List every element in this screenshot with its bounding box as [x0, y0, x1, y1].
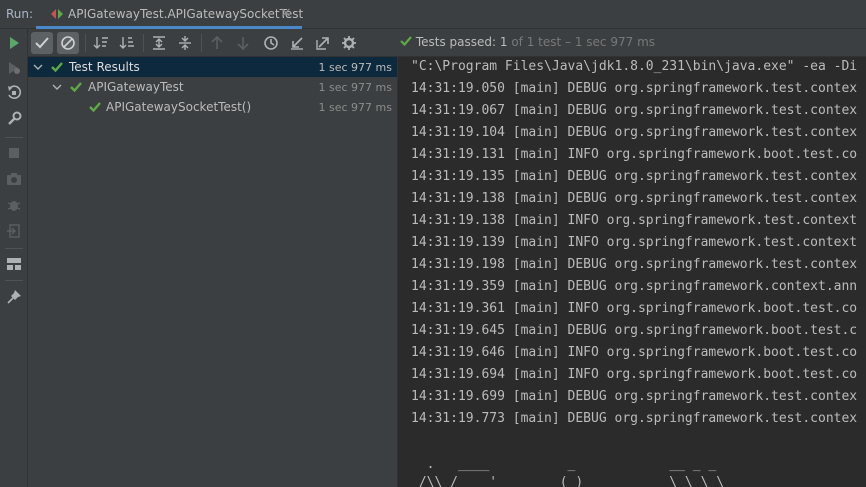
test-status: Tests passed: 1 of 1 test – 1 sec 977 ms [400, 35, 655, 49]
passed-check-icon [400, 36, 412, 47]
run-tab-title: APIGatewayTest.APIGatewaySocketTest [68, 7, 304, 21]
pin-icon[interactable] [4, 287, 24, 307]
rerun-icon[interactable] [4, 33, 24, 53]
exit-icon[interactable] [4, 221, 24, 241]
console-line: 14:31:19.138 [main] DEBUG org.springfram… [411, 191, 858, 206]
console-output[interactable]: "C:\Program Files\Java\jdk1.8.0_231\bin\… [398, 57, 866, 487]
sort-duration-icon[interactable] [116, 32, 138, 54]
tree-item-duration: 1 sec 977 ms [318, 101, 392, 114]
console-line: /\\ / ___'_ __ _ _(_)_ __ __ _ \ \ \ \ [411, 475, 725, 487]
expand-arrow-icon[interactable] [52, 82, 62, 92]
next-failed-icon[interactable] [232, 32, 254, 54]
rerun-failed-icon[interactable] [4, 58, 24, 78]
console-line: 14:31:19.694 [main] INFO org.springframe… [411, 367, 858, 382]
screenshot-icon[interactable] [4, 169, 24, 189]
console-line: 14:31:19.139 [main] INFO org.springframe… [411, 235, 858, 250]
toggle-auto-test-icon[interactable] [4, 83, 24, 103]
tree-item-method[interactable]: APIGatewaySocketTest() 1 sec 977 ms [28, 97, 397, 117]
run-tool-window-header: Run: APIGatewayTest.APIGatewaySocketTest… [0, 0, 866, 29]
console-line: 14:31:19.198 [main] DEBUG org.springfram… [411, 257, 858, 272]
run-config-tab[interactable]: APIGatewayTest.APIGatewaySocketTest × [36, 0, 304, 29]
console-line: 14:31:19.699 [main] DEBUG org.springfram… [411, 389, 858, 404]
test-runner-toolbar: Tests passed: 1 of 1 test – 1 sec 977 ms [28, 29, 866, 57]
console-line: 14:31:19.067 [main] DEBUG org.springfram… [411, 103, 858, 118]
tree-item-duration: 1 sec 977 ms [318, 81, 392, 94]
debug-icon[interactable] [4, 195, 24, 215]
test-settings-icon[interactable] [338, 32, 360, 54]
console-line: 14:31:19.050 [main] DEBUG org.springfram… [411, 81, 858, 96]
tests-passed-count: 1 [499, 35, 508, 49]
tests-summary: of 1 test – 1 sec 977 ms [511, 35, 656, 49]
test-results-tree: Test Results 1 sec 977 ms APIGatewayTest… [28, 57, 398, 487]
import-tests-icon[interactable] [286, 32, 308, 54]
expand-arrow-icon[interactable] [33, 62, 43, 72]
tree-item-test-results[interactable]: Test Results 1 sec 977 ms [28, 57, 397, 77]
console-line: 14:31:19.135 [main] DEBUG org.springfram… [411, 169, 858, 184]
tree-item-class[interactable]: APIGatewayTest 1 sec 977 ms [28, 77, 397, 97]
run-label: Run: [6, 7, 34, 21]
history-icon[interactable] [260, 32, 282, 54]
test-passed-icon [89, 102, 101, 113]
tree-item-duration: 1 sec 977 ms [318, 61, 392, 74]
close-tab-icon[interactable]: × [280, 5, 292, 21]
console-line: 14:31:19.773 [main] DEBUG org.springfram… [411, 411, 858, 426]
show-passed-icon[interactable] [31, 32, 53, 54]
export-tests-icon[interactable] [312, 32, 334, 54]
console-line: "C:\Program Files\Java\jdk1.8.0_231\bin\… [411, 59, 858, 74]
test-config-icon [51, 9, 63, 19]
layout-icon[interactable] [4, 254, 24, 274]
settings-wrench-icon[interactable] [4, 109, 24, 129]
console-line: 14:31:19.361 [main] INFO org.springframe… [411, 301, 858, 316]
console-line: . ____ _ __ _ _ [411, 457, 717, 472]
tree-item-label: APIGatewaySocketTest() [106, 100, 252, 114]
test-passed-icon [51, 62, 63, 73]
collapse-all-icon[interactable] [174, 32, 196, 54]
expand-all-icon[interactable] [148, 32, 170, 54]
console-line: 14:31:19.645 [main] DEBUG org.springfram… [411, 323, 858, 338]
tests-passed-label: Tests passed: [415, 35, 497, 49]
tree-item-label: APIGatewayTest [88, 80, 184, 94]
console-line: 14:31:19.359 [main] DEBUG org.springfram… [411, 279, 858, 294]
show-ignored-icon[interactable] [57, 32, 79, 54]
test-passed-icon [70, 82, 82, 93]
console-line: 14:31:19.104 [main] DEBUG org.springfram… [411, 125, 858, 140]
console-line: 14:31:19.138 [main] INFO org.springframe… [411, 213, 858, 228]
console-line: 14:31:19.646 [main] INFO org.springframe… [411, 345, 858, 360]
stop-icon[interactable] [4, 143, 24, 163]
prev-failed-icon[interactable] [206, 32, 228, 54]
console-line: 14:31:19.131 [main] INFO org.springframe… [411, 147, 858, 162]
sort-alpha-icon[interactable] [90, 32, 112, 54]
left-run-toolbar [0, 29, 28, 487]
tree-item-label: Test Results [69, 60, 140, 74]
